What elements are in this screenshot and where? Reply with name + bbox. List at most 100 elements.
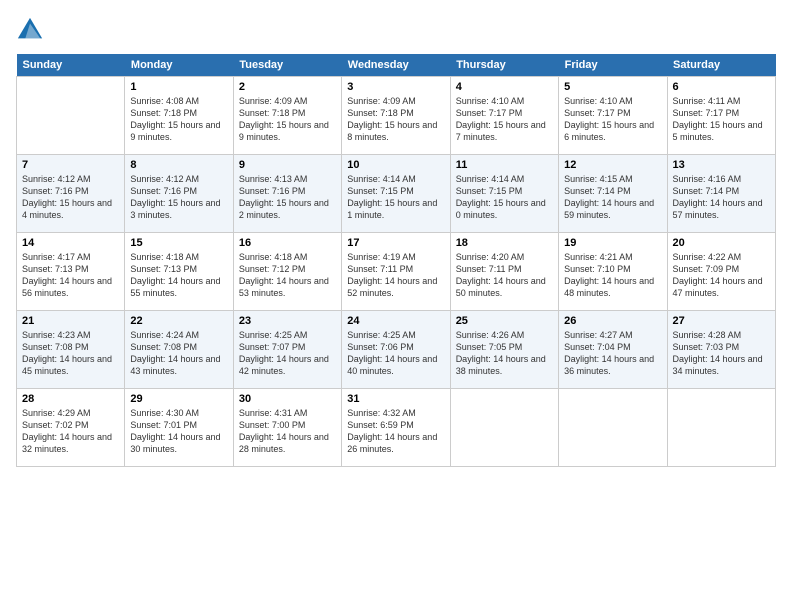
day-number: 3 xyxy=(347,81,444,93)
col-header-friday: Friday xyxy=(559,54,667,77)
cell-info: Sunrise: 4:26 AM Sunset: 7:05 PM Dayligh… xyxy=(456,329,553,378)
calendar-cell: 4 Sunrise: 4:10 AM Sunset: 7:17 PM Daylig… xyxy=(450,77,558,155)
col-header-sunday: Sunday xyxy=(17,54,125,77)
calendar-cell: 24Sunrise: 4:25 AM Sunset: 7:06 PM Dayli… xyxy=(342,311,450,389)
calendar-cell xyxy=(559,389,667,467)
cell-info: Sunrise: 4:15 AM Sunset: 7:14 PM Dayligh… xyxy=(564,173,661,222)
calendar-cell: 30 Sunrise: 4:31 AM Sunset: 7:00 PM Dayli… xyxy=(233,389,341,467)
calendar-cell: 13 Sunrise: 4:16 AM Sunset: 7:14 PM Dayli… xyxy=(667,155,775,233)
calendar-cell: 20 Sunrise: 4:22 AM Sunset: 7:09 PM Dayli… xyxy=(667,233,775,311)
cell-info: Sunrise: 4:22 AM Sunset: 7:09 PM Dayligh… xyxy=(673,251,770,300)
cell-info: Sunrise: 4:16 AM Sunset: 7:14 PM Dayligh… xyxy=(673,173,770,222)
day-number: 5 xyxy=(564,81,661,93)
cell-info: Sunrise: 4:18 AM Sunset: 7:13 PM Dayligh… xyxy=(130,251,227,300)
day-number: 25 xyxy=(456,315,553,327)
cell-info: Sunrise: 4:21 AM Sunset: 7:10 PM Dayligh… xyxy=(564,251,661,300)
cell-info: Sunrise: 4:32 AM Sunset: 6:59 PM Dayligh… xyxy=(347,407,444,456)
cell-info: Sunrise: 4:25 AM Sunset: 7:06 PM Dayligh… xyxy=(347,329,444,378)
cell-info: Sunrise: 4:08 AM Sunset: 7:18 PM Dayligh… xyxy=(130,95,227,144)
calendar-cell: 12Sunrise: 4:15 AM Sunset: 7:14 PM Dayli… xyxy=(559,155,667,233)
calendar-cell: 11Sunrise: 4:14 AM Sunset: 7:15 PM Dayli… xyxy=(450,155,558,233)
header-row: SundayMondayTuesdayWednesdayThursdayFrid… xyxy=(17,54,776,77)
day-number: 30 xyxy=(239,393,336,405)
cell-info: Sunrise: 4:19 AM Sunset: 7:11 PM Dayligh… xyxy=(347,251,444,300)
calendar-cell: 31 Sunrise: 4:32 AM Sunset: 6:59 PM Dayli… xyxy=(342,389,450,467)
cell-info: Sunrise: 4:11 AM Sunset: 7:17 PM Dayligh… xyxy=(673,95,770,144)
calendar-cell: 14 Sunrise: 4:17 AM Sunset: 7:13 PM Dayli… xyxy=(17,233,125,311)
cell-info: Sunrise: 4:13 AM Sunset: 7:16 PM Dayligh… xyxy=(239,173,336,222)
calendar-cell: 21Sunrise: 4:23 AM Sunset: 7:08 PM Dayli… xyxy=(17,311,125,389)
calendar-cell: 10Sunrise: 4:14 AM Sunset: 7:15 PM Dayli… xyxy=(342,155,450,233)
day-number: 7 xyxy=(22,159,119,171)
day-number: 9 xyxy=(239,159,336,171)
calendar-cell: 25 Sunrise: 4:26 AM Sunset: 7:05 PM Dayli… xyxy=(450,311,558,389)
calendar-cell: 2 Sunrise: 4:09 AM Sunset: 7:18 PM Daylig… xyxy=(233,77,341,155)
cell-info: Sunrise: 4:09 AM Sunset: 7:18 PM Dayligh… xyxy=(239,95,336,144)
day-number: 8 xyxy=(130,159,227,171)
calendar-cell: 3 Sunrise: 4:09 AM Sunset: 7:18 PM Daylig… xyxy=(342,77,450,155)
calendar-cell: 1 Sunrise: 4:08 AM Sunset: 7:18 PM Daylig… xyxy=(125,77,233,155)
cell-info: Sunrise: 4:27 AM Sunset: 7:04 PM Dayligh… xyxy=(564,329,661,378)
day-number: 19 xyxy=(564,237,661,249)
day-number: 29 xyxy=(130,393,227,405)
logo-icon xyxy=(16,16,44,44)
cell-info: Sunrise: 4:24 AM Sunset: 7:08 PM Dayligh… xyxy=(130,329,227,378)
week-row-2: 7 Sunrise: 4:12 AM Sunset: 7:16 PM Daylig… xyxy=(17,155,776,233)
day-number: 27 xyxy=(673,315,770,327)
cell-info: Sunrise: 4:12 AM Sunset: 7:16 PM Dayligh… xyxy=(22,173,119,222)
day-number: 31 xyxy=(347,393,444,405)
calendar-cell: 17 Sunrise: 4:19 AM Sunset: 7:11 PM Dayli… xyxy=(342,233,450,311)
cell-info: Sunrise: 4:20 AM Sunset: 7:11 PM Dayligh… xyxy=(456,251,553,300)
calendar-table: SundayMondayTuesdayWednesdayThursdayFrid… xyxy=(16,54,776,467)
day-number: 16 xyxy=(239,237,336,249)
calendar-cell: 7 Sunrise: 4:12 AM Sunset: 7:16 PM Daylig… xyxy=(17,155,125,233)
day-number: 26 xyxy=(564,315,661,327)
calendar-cell xyxy=(17,77,125,155)
cell-info: Sunrise: 4:18 AM Sunset: 7:12 PM Dayligh… xyxy=(239,251,336,300)
week-row-1: 1 Sunrise: 4:08 AM Sunset: 7:18 PM Daylig… xyxy=(17,77,776,155)
day-number: 21 xyxy=(22,315,119,327)
day-number: 20 xyxy=(673,237,770,249)
day-number: 17 xyxy=(347,237,444,249)
week-row-3: 14 Sunrise: 4:17 AM Sunset: 7:13 PM Dayli… xyxy=(17,233,776,311)
calendar-cell: 8Sunrise: 4:12 AM Sunset: 7:16 PM Daylig… xyxy=(125,155,233,233)
cell-info: Sunrise: 4:17 AM Sunset: 7:13 PM Dayligh… xyxy=(22,251,119,300)
day-number: 14 xyxy=(22,237,119,249)
cell-info: Sunrise: 4:14 AM Sunset: 7:15 PM Dayligh… xyxy=(456,173,553,222)
page-header xyxy=(16,16,776,44)
day-number: 2 xyxy=(239,81,336,93)
cell-info: Sunrise: 4:10 AM Sunset: 7:17 PM Dayligh… xyxy=(564,95,661,144)
calendar-cell: 15 Sunrise: 4:18 AM Sunset: 7:13 PM Dayli… xyxy=(125,233,233,311)
cell-info: Sunrise: 4:29 AM Sunset: 7:02 PM Dayligh… xyxy=(22,407,119,456)
calendar-cell: 6 Sunrise: 4:11 AM Sunset: 7:17 PM Daylig… xyxy=(667,77,775,155)
day-number: 23 xyxy=(239,315,336,327)
calendar-cell: 16 Sunrise: 4:18 AM Sunset: 7:12 PM Dayli… xyxy=(233,233,341,311)
calendar-cell: 18 Sunrise: 4:20 AM Sunset: 7:11 PM Dayli… xyxy=(450,233,558,311)
day-number: 6 xyxy=(673,81,770,93)
day-number: 22 xyxy=(130,315,227,327)
day-number: 10 xyxy=(347,159,444,171)
day-number: 4 xyxy=(456,81,553,93)
week-row-5: 28 Sunrise: 4:29 AM Sunset: 7:02 PM Dayli… xyxy=(17,389,776,467)
calendar-cell: 23 Sunrise: 4:25 AM Sunset: 7:07 PM Dayli… xyxy=(233,311,341,389)
day-number: 1 xyxy=(130,81,227,93)
cell-info: Sunrise: 4:09 AM Sunset: 7:18 PM Dayligh… xyxy=(347,95,444,144)
week-row-4: 21Sunrise: 4:23 AM Sunset: 7:08 PM Dayli… xyxy=(17,311,776,389)
calendar-cell: 5 Sunrise: 4:10 AM Sunset: 7:17 PM Daylig… xyxy=(559,77,667,155)
day-number: 18 xyxy=(456,237,553,249)
calendar-cell: 22 Sunrise: 4:24 AM Sunset: 7:08 PM Dayli… xyxy=(125,311,233,389)
col-header-thursday: Thursday xyxy=(450,54,558,77)
calendar-cell: 19 Sunrise: 4:21 AM Sunset: 7:10 PM Dayli… xyxy=(559,233,667,311)
calendar-cell: 28 Sunrise: 4:29 AM Sunset: 7:02 PM Dayli… xyxy=(17,389,125,467)
cell-info: Sunrise: 4:31 AM Sunset: 7:00 PM Dayligh… xyxy=(239,407,336,456)
calendar-cell: 27Sunrise: 4:28 AM Sunset: 7:03 PM Dayli… xyxy=(667,311,775,389)
day-number: 28 xyxy=(22,393,119,405)
day-number: 15 xyxy=(130,237,227,249)
cell-info: Sunrise: 4:30 AM Sunset: 7:01 PM Dayligh… xyxy=(130,407,227,456)
day-number: 13 xyxy=(673,159,770,171)
calendar-cell: 29 Sunrise: 4:30 AM Sunset: 7:01 PM Dayli… xyxy=(125,389,233,467)
cell-info: Sunrise: 4:25 AM Sunset: 7:07 PM Dayligh… xyxy=(239,329,336,378)
logo xyxy=(16,16,48,44)
col-header-tuesday: Tuesday xyxy=(233,54,341,77)
cell-info: Sunrise: 4:10 AM Sunset: 7:17 PM Dayligh… xyxy=(456,95,553,144)
